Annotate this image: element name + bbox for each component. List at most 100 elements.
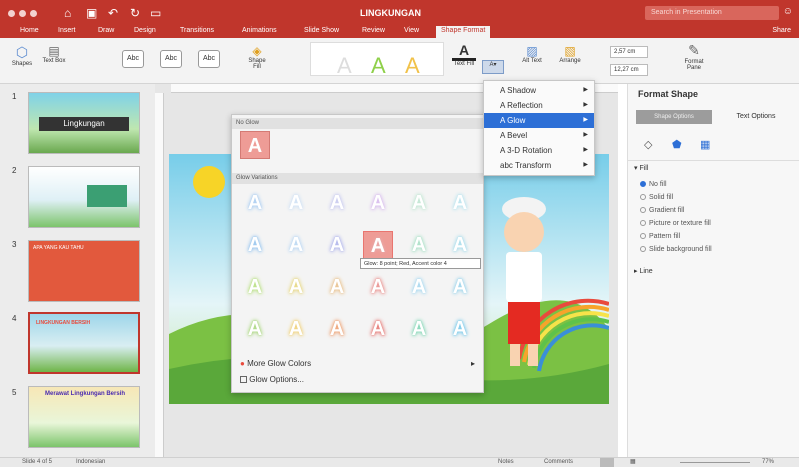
glow-variation-4-2[interactable]: A (281, 315, 311, 343)
radio-solid-fill[interactable]: Solid fill (640, 194, 673, 201)
chevron-right-icon: ▶ (583, 147, 588, 153)
menu-item-transform[interactable]: abc Transform ▶ (484, 158, 594, 173)
undo-icon[interactable]: ↶ (108, 6, 118, 20)
tab-transitions[interactable]: Transitions (180, 27, 214, 34)
effects-icon[interactable]: ⬟ (672, 138, 682, 151)
slide-thumbnail-5[interactable]: Merawat Lingkungan Bersih (28, 386, 140, 448)
tab-animations[interactable]: Animations (242, 27, 277, 34)
fill-section-toggle[interactable]: ▾ Fill (634, 164, 648, 172)
line-section-toggle[interactable]: ▸ Line (634, 267, 653, 275)
glow-variation-4-3[interactable]: A (322, 315, 352, 343)
language-indicator[interactable]: Indonesian (76, 459, 105, 465)
arrange-button[interactable]: ▧ Arrange (556, 44, 584, 64)
glow-variation-1-5[interactable]: A (404, 189, 434, 217)
glow-variation-3-5[interactable]: A (404, 273, 434, 301)
glow-variation-3-3[interactable]: A (322, 273, 352, 301)
slide-number: 3 (12, 240, 17, 249)
comments-button[interactable]: Comments (544, 459, 573, 465)
tab-insert[interactable]: Insert (58, 27, 76, 34)
wordart-style-2[interactable]: A (371, 53, 386, 79)
glow-variation-3-6[interactable]: A (445, 273, 475, 301)
glow-variation-2-2[interactable]: A (281, 231, 311, 259)
glow-variation-4-6[interactable]: A (445, 315, 475, 343)
text-fill-button[interactable]: A Text Fill (452, 42, 476, 67)
slide-number: 5 (12, 388, 17, 397)
radio-pattern-fill[interactable]: Pattern fill (640, 233, 680, 240)
text-box-button[interactable]: ▤ Text Box (42, 44, 66, 64)
shapes-button[interactable]: ⬡ Shapes (10, 44, 34, 67)
home-icon[interactable]: ⌂ (64, 6, 71, 20)
glow-variation-4-4[interactable]: A (363, 315, 393, 343)
glow-variation-2-6[interactable]: A (445, 231, 475, 259)
share-button[interactable]: Share (772, 27, 791, 34)
tab-text-options[interactable]: Text Options (718, 110, 794, 124)
shape-style-2[interactable]: Abc (160, 50, 182, 68)
tab-slide-show[interactable]: Slide Show (304, 27, 339, 34)
format-pane-button[interactable]: ✎ Format Pane (680, 42, 708, 71)
glow-options-item[interactable]: Glow Options... (240, 375, 477, 384)
glow-variation-3-4[interactable]: A (363, 273, 393, 301)
no-glow-option[interactable]: A (240, 131, 270, 159)
glow-variation-4-1[interactable]: A (240, 315, 270, 343)
tab-draw[interactable]: Draw (98, 27, 114, 34)
close-window-button[interactable] (8, 10, 15, 17)
zoom-level[interactable]: 77% (762, 459, 774, 465)
radio-slide-background-fill[interactable]: Slide background fill (640, 246, 712, 253)
text-effects-button[interactable]: A▾ (482, 60, 504, 74)
pane-title: Format Shape (638, 89, 699, 99)
tab-design[interactable]: Design (134, 27, 156, 34)
tab-shape-options[interactable]: Shape Options (636, 110, 712, 124)
menu-item-bevel[interactable]: A Bevel ▶ (484, 128, 594, 143)
glow-variation-1-3[interactable]: A (322, 189, 352, 217)
shape-style-3[interactable]: Abc (198, 50, 220, 68)
minimize-window-button[interactable] (19, 10, 26, 17)
glow-variation-1-1[interactable]: A (240, 189, 270, 217)
menu-item-3d-rotation[interactable]: A 3-D Rotation ▶ (484, 143, 594, 158)
glow-variation-2-3[interactable]: A (322, 231, 352, 259)
glow-variation-4-5[interactable]: A (404, 315, 434, 343)
glow-variation-2-1[interactable]: A (240, 231, 270, 259)
zoom-slider[interactable] (680, 462, 750, 463)
shape-style-1[interactable]: Abc (122, 50, 144, 68)
radio-picture-fill[interactable]: Picture or texture fill (640, 220, 711, 227)
glow-variation-2-4[interactable]: A (363, 231, 393, 259)
search-input[interactable]: Search in Presentation (645, 6, 779, 20)
glow-variation-3-2[interactable]: A (281, 273, 311, 301)
save-icon[interactable]: ▣ (86, 6, 97, 20)
menu-item-glow[interactable]: A Glow ▶ (484, 113, 594, 128)
shape-width-input[interactable]: 12,27 cm (610, 64, 648, 76)
tab-home[interactable]: Home (20, 27, 39, 34)
glow-variation-2-5[interactable]: A (404, 231, 434, 259)
normal-view-button[interactable] (600, 458, 614, 467)
notes-button[interactable]: Notes (498, 459, 514, 465)
alt-text-button[interactable]: ▨ Alt Text (520, 44, 544, 64)
more-glow-colors-item[interactable]: ● More Glow Colors ▸ (240, 359, 477, 368)
profile-icon[interactable]: ☺ (783, 6, 793, 17)
size-properties-icon[interactable]: ▦ (700, 138, 710, 151)
tab-view[interactable]: View (404, 27, 419, 34)
glow-variation-3-1[interactable]: A (240, 273, 270, 301)
slide-thumbnail-3[interactable]: APA YANG KAU TAHU (28, 240, 140, 302)
tab-shape-format[interactable]: Shape Format (436, 26, 491, 38)
slide-sorter-icon[interactable]: ▦ (630, 458, 636, 465)
glow-variation-1-4[interactable]: A (363, 189, 393, 217)
redo-icon[interactable]: ↻ (130, 6, 140, 20)
slide-thumbnail-1[interactable]: Lingkungan (28, 92, 140, 154)
shape-fill-button[interactable]: ◈ Shape Fill (244, 44, 270, 70)
slide-thumbnail-4[interactable]: LINGKUNGAN BERSIH (28, 312, 140, 374)
menu-item-reflection[interactable]: A Reflection ▶ (484, 98, 594, 113)
wordart-gallery[interactable]: A A A (310, 42, 444, 79)
wordart-style-3[interactable]: A (405, 53, 420, 79)
fill-line-icon[interactable]: ◇ (644, 138, 652, 151)
tab-review[interactable]: Review (362, 27, 385, 34)
slide-thumbnail-2[interactable] (28, 166, 140, 228)
shape-height-input[interactable]: 2,57 cm (610, 46, 648, 58)
maximize-window-button[interactable] (30, 10, 37, 17)
menu-item-shadow[interactable]: A Shadow ▶ (484, 83, 594, 98)
radio-no-fill[interactable]: No fill (640, 181, 667, 188)
glow-variation-1-2[interactable]: A (281, 189, 311, 217)
wordart-style-1[interactable]: A (337, 53, 352, 79)
slideshow-icon[interactable]: ▭ (150, 6, 161, 20)
glow-variation-1-6[interactable]: A (445, 189, 475, 217)
radio-gradient-fill[interactable]: Gradient fill (640, 207, 684, 214)
